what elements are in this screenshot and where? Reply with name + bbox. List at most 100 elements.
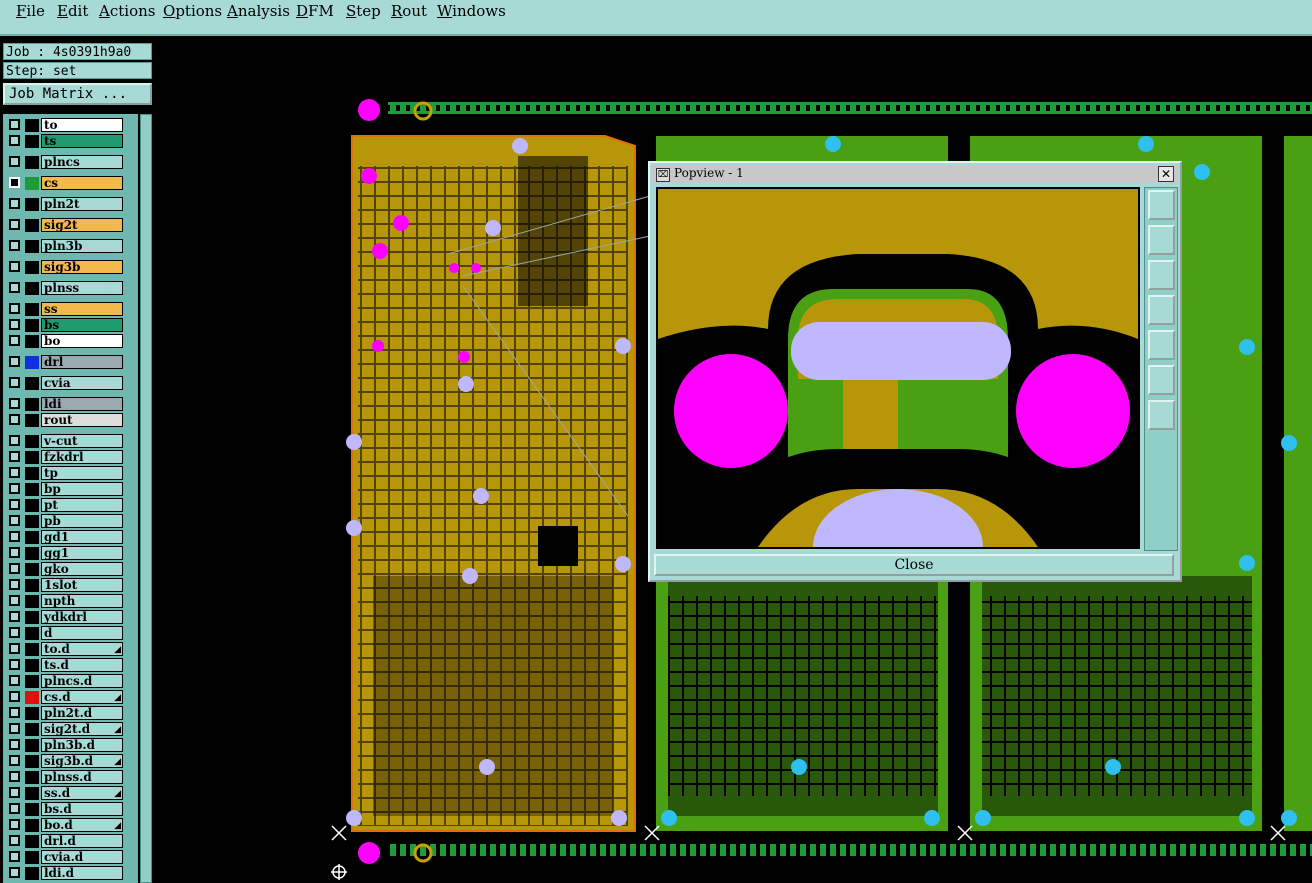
layer-list-scrollbar[interactable]	[140, 114, 152, 883]
layer-color-swatch[interactable]	[25, 707, 39, 720]
layer-color-swatch[interactable]	[25, 579, 39, 592]
layer-color-swatch[interactable]	[25, 398, 39, 411]
layer-name[interactable]: sig2t	[41, 218, 123, 232]
layer-checkbox[interactable]	[9, 119, 20, 130]
layer-checkbox[interactable]	[9, 835, 20, 846]
layer-color-swatch[interactable]	[25, 787, 39, 800]
layer-checkbox[interactable]	[9, 398, 20, 409]
layer-checkbox[interactable]	[9, 414, 20, 425]
layer-checkbox[interactable]	[9, 723, 20, 734]
layer-row[interactable]: ts.d	[3, 658, 138, 673]
layer-row[interactable]: sig3b.d ◢	[3, 754, 138, 769]
layer-row[interactable]: fzkdrl	[3, 450, 138, 465]
layer-name[interactable]: ldi.d	[41, 866, 123, 880]
layer-checkbox[interactable]	[9, 335, 20, 346]
layer-row[interactable]: sig3b	[3, 260, 138, 275]
layer-row[interactable]: gd1	[3, 530, 138, 545]
layer-color-swatch[interactable]	[25, 156, 39, 169]
layer-name[interactable]: ldi	[41, 397, 123, 411]
layer-row[interactable]: gg1	[3, 546, 138, 561]
layer-row[interactable]: v-cut	[3, 434, 138, 449]
layer-color-swatch[interactable]	[25, 755, 39, 768]
layer-checkbox[interactable]	[9, 755, 20, 766]
layer-name[interactable]: pln3b.d	[41, 738, 123, 752]
layer-name[interactable]: pln2t.d	[41, 706, 123, 720]
layer-color-swatch[interactable]	[25, 851, 39, 864]
layer-name[interactable]: plnss	[41, 281, 123, 295]
layer-color-swatch[interactable]	[25, 659, 39, 672]
layer-name[interactable]: bs.d	[41, 802, 123, 816]
graphic-canvas[interactable]: ⌧ Popview - 1 ✕ Close	[158, 36, 1312, 883]
layer-checkbox[interactable]	[9, 282, 20, 293]
layer-checkbox[interactable]	[9, 675, 20, 686]
layer-row[interactable]: plncs.d	[3, 674, 138, 689]
layer-name[interactable]: bp	[41, 482, 123, 496]
layer-color-swatch[interactable]	[25, 531, 39, 544]
layer-row[interactable]: plncs	[3, 155, 138, 170]
layer-color-swatch[interactable]	[25, 219, 39, 232]
zoom-out-icon[interactable]	[1148, 260, 1175, 290]
layer-row[interactable]: sig2t.d ◢	[3, 722, 138, 737]
layer-row[interactable]: plnss.d	[3, 770, 138, 785]
layer-checkbox[interactable]	[9, 356, 20, 367]
layer-row[interactable]: cs.d ◢	[3, 690, 138, 705]
layer-color-swatch[interactable]	[25, 198, 39, 211]
layer-checkbox[interactable]	[9, 563, 20, 574]
layer-name[interactable]: npth	[41, 594, 123, 608]
layer-row[interactable]: bo.d ◢	[3, 818, 138, 833]
layer-checkbox[interactable]	[9, 595, 20, 606]
layer-color-swatch[interactable]	[25, 803, 39, 816]
layer-row[interactable]: pln3b.d	[3, 738, 138, 753]
layer-color-swatch[interactable]	[25, 377, 39, 390]
layer-row[interactable]: pln2t	[3, 197, 138, 212]
layer-checkbox[interactable]	[9, 451, 20, 462]
layer-color-swatch[interactable]	[25, 563, 39, 576]
layer-name[interactable]: ts.d	[41, 658, 123, 672]
layer-name[interactable]: gd1	[41, 530, 123, 544]
layer-name[interactable]: gko	[41, 562, 123, 576]
layer-checkbox[interactable]	[9, 691, 20, 702]
layer-checkbox[interactable]	[9, 787, 20, 798]
menu-step[interactable]: Step	[346, 2, 381, 20]
layer-checkbox[interactable]	[9, 198, 20, 209]
layer-checkbox[interactable]	[9, 377, 20, 388]
layer-checkbox[interactable]	[9, 515, 20, 526]
zoom-in-icon[interactable]	[1148, 225, 1175, 255]
layer-checkbox[interactable]	[9, 531, 20, 542]
layer-color-swatch[interactable]	[25, 335, 39, 348]
menu-file[interactable]: File	[16, 2, 45, 20]
layer-row[interactable]: rout	[3, 413, 138, 428]
layer-name[interactable]: gg1	[41, 546, 123, 560]
layer-checkbox[interactable]	[9, 435, 20, 446]
layer-checkbox[interactable]	[9, 739, 20, 750]
layer-color-swatch[interactable]	[25, 515, 39, 528]
layer-row[interactable]: bs	[3, 318, 138, 333]
layer-checkbox[interactable]	[9, 219, 20, 230]
layer-checkbox[interactable]	[9, 579, 20, 590]
menu-options[interactable]: Options	[163, 2, 222, 20]
pan-icon[interactable]	[1148, 400, 1175, 430]
layer-name[interactable]: pln2t	[41, 197, 123, 211]
layer-name[interactable]: tp	[41, 466, 123, 480]
layer-row[interactable]: ydkdrl	[3, 610, 138, 625]
zoom-window-icon[interactable]	[1148, 190, 1175, 220]
layer-color-swatch[interactable]	[25, 483, 39, 496]
layer-name[interactable]: plncs.d	[41, 674, 123, 688]
fit-icon[interactable]	[1148, 365, 1175, 395]
layer-row[interactable]: pln3b	[3, 239, 138, 254]
layer-row[interactable]: 1slot	[3, 578, 138, 593]
layer-name[interactable]: d	[41, 626, 123, 640]
layer-row[interactable]: d	[3, 626, 138, 641]
popview-zoom-view[interactable]	[656, 187, 1140, 549]
close-button[interactable]: Close	[654, 554, 1174, 576]
layer-checkbox[interactable]	[9, 867, 20, 878]
layer-name[interactable]: bs	[41, 318, 123, 332]
layer-color-swatch[interactable]	[25, 723, 39, 736]
layer-checkbox[interactable]	[9, 771, 20, 782]
close-icon[interactable]: ✕	[1158, 166, 1174, 182]
pan-right-icon[interactable]	[1148, 330, 1175, 360]
layer-name[interactable]: drl	[41, 355, 123, 369]
layer-checkbox[interactable]	[9, 707, 20, 718]
layer-name[interactable]: ss	[41, 302, 123, 316]
layer-checkbox[interactable]	[9, 643, 20, 654]
